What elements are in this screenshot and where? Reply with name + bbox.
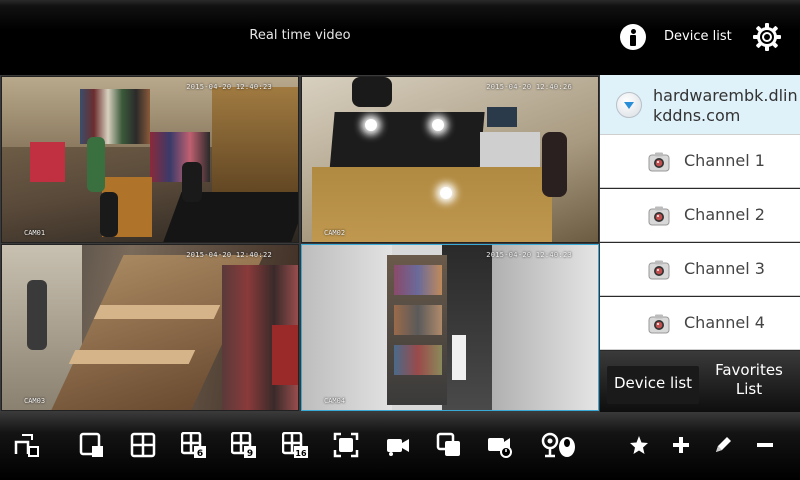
scene-corridor xyxy=(442,245,492,410)
scene-dress xyxy=(30,142,65,182)
scene-counter-front xyxy=(312,167,552,242)
video-grid: 2015-04-20 12:40:23 CAM01 2015-04-20 12:… xyxy=(0,75,600,412)
expand-arrow-icon[interactable] xyxy=(616,92,642,118)
quad-view-icon[interactable] xyxy=(130,432,156,458)
video-tile-cam01[interactable]: 2015-04-20 12:40:23 CAM01 xyxy=(1,76,299,243)
tab-device-list[interactable]: Device list xyxy=(607,366,699,404)
channel-row-3[interactable]: Channel 3 xyxy=(600,243,800,296)
top-bar: Real time video Device list xyxy=(0,0,800,75)
device-list-button[interactable]: Device list xyxy=(664,29,732,44)
scene-light xyxy=(432,119,444,131)
svg-text:6: 6 xyxy=(197,449,203,458)
camera-label: CAM03 xyxy=(24,397,46,405)
scene-clothes-rack xyxy=(80,89,150,144)
single-view-icon[interactable] xyxy=(79,432,105,458)
video-timestamp: 2015-04-20 12:40:22 xyxy=(186,251,272,259)
favorite-star-icon[interactable] xyxy=(626,432,652,458)
video-timestamp: 2015-04-20 12:40:23 xyxy=(486,251,572,259)
device-panel: hardwarembk.dlinkddns.com Channel 1 Chan… xyxy=(600,75,800,412)
scene-boxes xyxy=(394,305,442,335)
scene-boxes xyxy=(394,265,442,295)
edit-icon[interactable] xyxy=(710,432,736,458)
scene-wall xyxy=(492,245,598,410)
six-view-icon[interactable]: 6 xyxy=(181,432,207,458)
fullscreen-icon[interactable] xyxy=(333,432,359,458)
nine-view-icon[interactable]: 9 xyxy=(231,432,257,458)
scene-person xyxy=(182,162,202,202)
scene-person xyxy=(27,280,47,350)
channel-label: Channel 1 xyxy=(684,151,765,170)
video-tile-cam03[interactable]: 2015-04-20 12:40:22 CAM03 xyxy=(1,244,299,411)
scene-shelf-board xyxy=(93,305,221,319)
scene-shelf xyxy=(212,87,298,207)
bottom-toolbar: 6 9 16 xyxy=(0,412,800,480)
scene-light xyxy=(440,187,452,199)
camera-icon xyxy=(648,206,670,226)
svg-text:9: 9 xyxy=(247,449,253,458)
channel-row-1[interactable]: Channel 1 xyxy=(600,135,800,188)
camera-label: CAM01 xyxy=(24,229,46,237)
camera-label: CAM04 xyxy=(324,397,346,405)
scene-person xyxy=(87,137,105,192)
scene-light xyxy=(365,119,377,131)
channel-label: Channel 2 xyxy=(684,205,765,224)
snapshot-icon[interactable] xyxy=(436,432,462,458)
info-icon-dot xyxy=(631,29,636,34)
settings-gear-icon[interactable] xyxy=(752,22,782,52)
video-timestamp: 2015-04-20 12:40:23 xyxy=(186,83,272,91)
channel-label: Channel 3 xyxy=(684,259,765,278)
camera-label: CAM02 xyxy=(324,229,346,237)
add-icon[interactable] xyxy=(668,432,694,458)
video-tile-cam02[interactable]: 2015-04-20 12:40:26 CAM02 xyxy=(301,76,599,243)
tab-favorites-list[interactable]: Favorites List xyxy=(704,361,794,399)
device-host-row[interactable]: hardwarembk.dlinkddns.com xyxy=(600,75,800,135)
switch-view-icon[interactable] xyxy=(14,432,40,458)
video-tile-cam04-selected[interactable]: 2015-04-20 12:40:23 CAM04 xyxy=(301,244,599,411)
scene-wall xyxy=(302,245,392,410)
scene-desk xyxy=(329,112,485,172)
scene-monitor xyxy=(487,107,517,127)
channel-row-4[interactable]: Channel 4 xyxy=(600,297,800,350)
scene-boxes xyxy=(394,345,442,375)
panel-tab-bar: Device list Favorites List xyxy=(600,351,800,412)
scene-sign xyxy=(272,325,298,385)
playback-icon[interactable] xyxy=(487,432,513,458)
scene-shelf-board xyxy=(68,350,196,364)
device-host-name: hardwarembk.dlinkddns.com xyxy=(653,86,798,125)
camera-icon xyxy=(648,314,670,334)
scene-person xyxy=(352,77,392,107)
svg-text:16: 16 xyxy=(295,449,307,458)
video-timestamp: 2015-04-20 12:40:26 xyxy=(486,83,572,91)
info-icon-stem xyxy=(630,35,636,46)
scene-person xyxy=(100,192,118,237)
info-icon[interactable] xyxy=(620,24,646,50)
ptz-icon[interactable] xyxy=(541,432,579,458)
scene-person xyxy=(542,132,567,197)
camera-icon xyxy=(648,152,670,172)
camera-icon xyxy=(648,260,670,280)
remove-icon[interactable] xyxy=(752,432,778,458)
page-title: Real time video xyxy=(249,28,351,43)
channel-label: Channel 4 xyxy=(684,313,765,332)
sixteen-view-icon[interactable]: 16 xyxy=(282,432,308,458)
record-icon[interactable] xyxy=(385,432,411,458)
channel-row-2[interactable]: Channel 2 xyxy=(600,189,800,242)
scene-door xyxy=(452,335,466,380)
